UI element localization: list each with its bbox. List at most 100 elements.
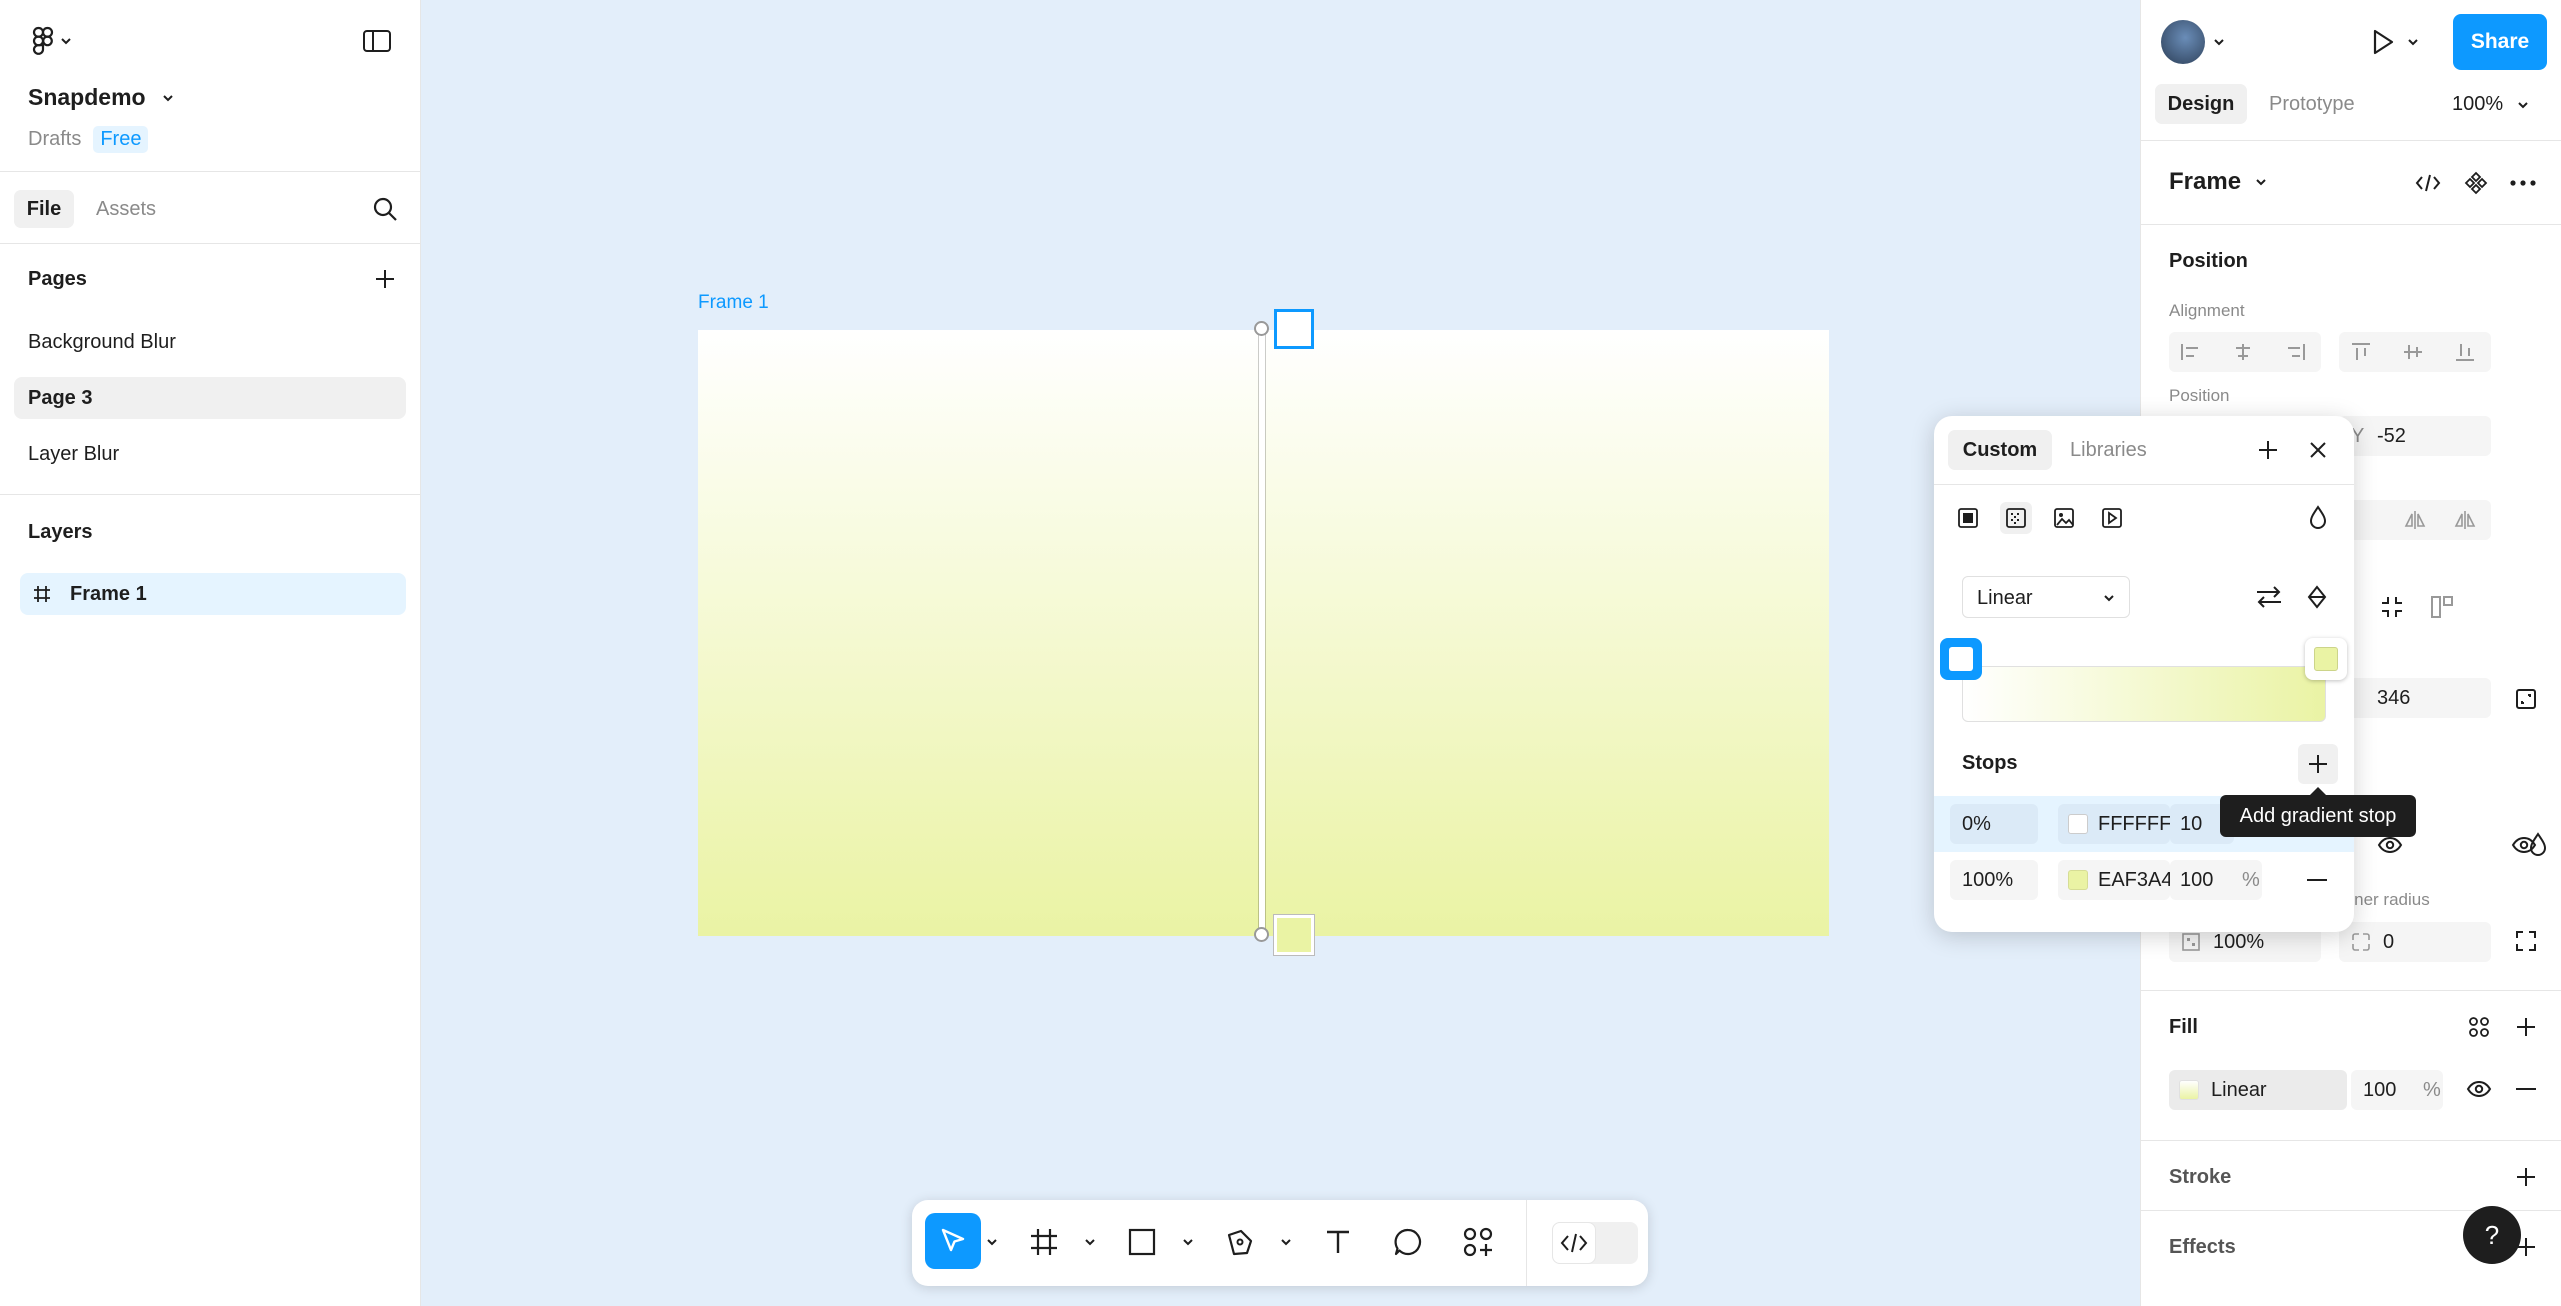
code-view-button[interactable]	[2411, 168, 2445, 198]
gradient-stop-handle-start[interactable]	[1940, 638, 1982, 680]
page-item-label: Page 3	[28, 387, 93, 409]
account-menu[interactable]	[2211, 34, 2227, 50]
opacity-icon	[2181, 932, 2201, 952]
fill-type-field[interactable]: Linear	[2169, 1070, 2347, 1110]
help-button[interactable]: ?	[2463, 1206, 2521, 1264]
gradient-stop-end-swatch[interactable]	[1274, 915, 1314, 955]
flip-gradient-button[interactable]	[2252, 580, 2286, 614]
flip-vertical-icon[interactable]	[2401, 508, 2429, 532]
height-field[interactable]: H 346	[2339, 678, 2491, 718]
pen-tool-menu[interactable]	[1278, 1230, 1294, 1254]
remove-stop-button[interactable]	[2300, 866, 2334, 894]
page-item-background-blur[interactable]: Background Blur	[28, 331, 176, 354]
shape-tool-menu[interactable]	[1180, 1230, 1196, 1254]
search-button[interactable]	[368, 194, 402, 224]
align-center-icon[interactable]	[2229, 340, 2257, 364]
fill-styles-button[interactable]	[2463, 1012, 2495, 1042]
blend-mode-button[interactable]	[2521, 830, 2555, 860]
zoom-menu[interactable]: 100%	[2452, 93, 2529, 116]
gradient-stop-handle-end[interactable]	[2305, 638, 2347, 680]
add-swatch-button[interactable]	[2252, 434, 2284, 466]
text-tool-button[interactable]	[1316, 1220, 1360, 1264]
solid-fill-button[interactable]	[1952, 502, 1984, 534]
corner-radius-field[interactable]: 0	[2339, 922, 2491, 962]
add-page-button[interactable]	[370, 264, 400, 294]
more-options-button[interactable]	[2503, 168, 2543, 198]
move-tool-menu[interactable]	[984, 1230, 1000, 1254]
align-bottom-icon[interactable]	[2451, 340, 2479, 364]
stop-position-field[interactable]: 0%	[1950, 804, 2038, 844]
plan-badge[interactable]: Free	[93, 126, 149, 153]
page-item-page-3[interactable]: Page 3	[14, 377, 406, 419]
remove-fill-button[interactable]	[2511, 1074, 2541, 1104]
align-right-icon[interactable]	[2281, 340, 2309, 364]
drop-icon	[2308, 505, 2328, 531]
present-button[interactable]	[2365, 24, 2401, 60]
project-name-button[interactable]: Snapdemo	[28, 84, 174, 111]
resize-to-fit-button[interactable]	[2375, 592, 2409, 622]
align-middle-icon[interactable]	[2399, 340, 2427, 364]
gradient-end-point[interactable]	[1254, 927, 1269, 942]
rectangle-tool-button[interactable]	[1120, 1220, 1164, 1264]
opacity-value: 100%	[2213, 930, 2265, 953]
independent-corners-button[interactable]	[2511, 926, 2541, 956]
stop-swatch[interactable]	[2068, 814, 2088, 834]
stop-opacity-field[interactable]: 100 %	[2170, 860, 2262, 900]
rotate-gradient-button[interactable]	[2300, 580, 2334, 614]
add-gradient-stop-button[interactable]	[2298, 744, 2338, 784]
selection-type-menu[interactable]: Frame	[2169, 168, 2267, 196]
gradient-type-value: Linear	[1977, 587, 2033, 609]
fill-swatch[interactable]	[2179, 1080, 2199, 1100]
align-left-icon[interactable]	[2177, 340, 2205, 364]
flip-horizontal-icon[interactable]	[2451, 508, 2479, 532]
y-position-field[interactable]: Y -52	[2339, 416, 2491, 456]
gradient-type-select[interactable]: Linear	[1962, 576, 2130, 618]
tab-custom[interactable]: Custom	[1948, 430, 2052, 470]
pen-tool-button[interactable]	[1218, 1220, 1262, 1264]
tab-assets[interactable]: Assets	[96, 198, 156, 221]
create-component-button[interactable]	[2459, 168, 2493, 198]
actions-icon	[1462, 1226, 1494, 1258]
toggle-sidebar-button[interactable]	[360, 26, 394, 56]
gradient-bar[interactable]	[1962, 666, 2326, 722]
stop-hex-field[interactable]: EAF3A4	[2058, 860, 2172, 900]
stop-swatch[interactable]	[2068, 870, 2088, 890]
frame-tool-button[interactable]	[1022, 1220, 1066, 1264]
present-menu[interactable]	[2405, 34, 2421, 50]
move-tool-button[interactable]	[925, 1213, 981, 1269]
align-top-icon[interactable]	[2347, 340, 2375, 364]
constrain-proportions-button[interactable]	[2511, 684, 2541, 714]
video-fill-button[interactable]	[2096, 502, 2128, 534]
stop-hex-field[interactable]: FFFFFF	[2058, 804, 2171, 844]
layout-button[interactable]	[2425, 592, 2459, 622]
gradient-stop-start-swatch[interactable]	[1274, 309, 1314, 349]
share-button[interactable]: Share	[2453, 14, 2547, 70]
main-menu-button[interactable]	[24, 24, 80, 58]
gradient-fill-button[interactable]	[2000, 502, 2032, 534]
tab-design[interactable]: Design	[2155, 84, 2247, 124]
actions-tool-button[interactable]	[1456, 1220, 1500, 1264]
gradient-stop-row[interactable]: 100% EAF3A4 100 %	[1934, 852, 2354, 908]
gradient-start-point[interactable]	[1254, 321, 1269, 336]
tab-libraries[interactable]: Libraries	[2070, 439, 2147, 462]
dev-mode-toggle[interactable]	[1552, 1222, 1638, 1264]
page-item-layer-blur[interactable]: Layer Blur	[28, 443, 119, 466]
close-icon	[2308, 440, 2328, 460]
add-fill-button[interactable]	[2511, 1012, 2541, 1042]
layer-item-frame-1[interactable]: Frame 1	[20, 573, 406, 615]
tab-prototype[interactable]: Prototype	[2269, 93, 2355, 116]
comment-tool-button[interactable]	[1386, 1220, 1430, 1264]
tab-file[interactable]: File	[14, 190, 74, 228]
blend-mode-button[interactable]	[2302, 502, 2334, 534]
fill-opacity-field[interactable]: 100 %	[2351, 1070, 2443, 1110]
frame-tool-menu[interactable]	[1082, 1230, 1098, 1254]
image-fill-button[interactable]	[2048, 502, 2080, 534]
stop-position-field[interactable]: 100%	[1950, 860, 2038, 900]
gradient-handle-line[interactable]	[1259, 328, 1265, 936]
drafts-link[interactable]: Drafts	[28, 128, 81, 151]
fill-visibility-toggle[interactable]	[2463, 1074, 2495, 1104]
frame-label[interactable]: Frame 1	[698, 292, 769, 314]
add-stroke-button[interactable]	[2511, 1162, 2541, 1192]
avatar[interactable]	[2161, 20, 2205, 64]
close-button[interactable]	[2302, 434, 2334, 466]
